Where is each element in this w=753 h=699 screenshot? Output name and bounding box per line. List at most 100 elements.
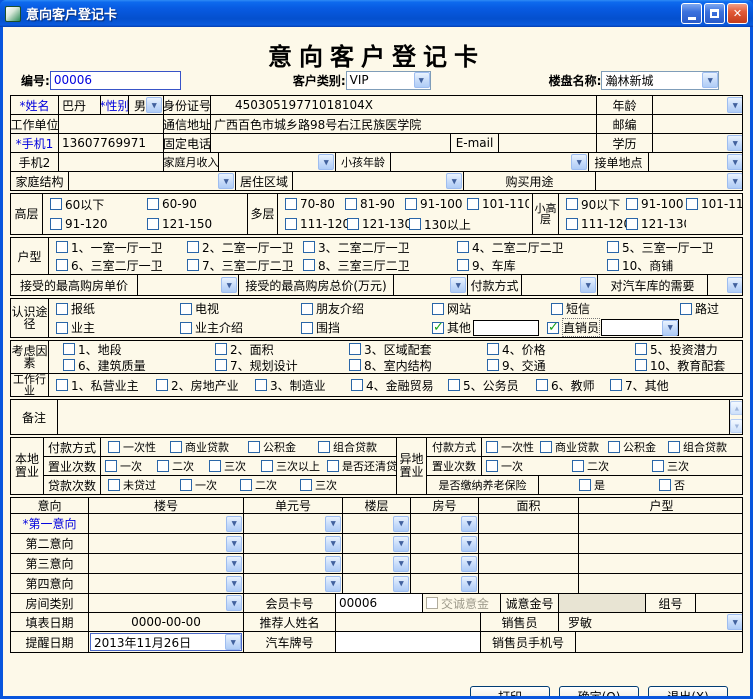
chevron-down-icon[interactable] bbox=[727, 154, 742, 170]
maximize-button[interactable] bbox=[704, 3, 725, 24]
checkbox[interactable] bbox=[566, 218, 578, 230]
chevron-down-icon[interactable] bbox=[393, 576, 409, 592]
checkbox-item[interactable]: 91-100 bbox=[626, 197, 686, 211]
checkbox-item[interactable]: 7、规划设计 bbox=[215, 357, 349, 374]
chevron-down-icon[interactable] bbox=[226, 516, 242, 532]
checkbox-item[interactable]: 2、面积 bbox=[215, 341, 349, 358]
referrer-value[interactable] bbox=[336, 613, 481, 631]
floor-select[interactable] bbox=[343, 554, 411, 573]
print-button[interactable]: 打印 bbox=[470, 686, 550, 696]
email-value[interactable] bbox=[499, 134, 597, 152]
floor-select[interactable] bbox=[343, 534, 411, 553]
checkbox[interactable] bbox=[240, 479, 252, 491]
checkbox[interactable] bbox=[457, 241, 469, 253]
checkbox[interactable] bbox=[626, 198, 638, 210]
checkbox[interactable] bbox=[303, 241, 315, 253]
checkbox-item[interactable]: 9、交通 bbox=[487, 357, 635, 374]
checkbox[interactable] bbox=[626, 218, 638, 230]
checkbox[interactable] bbox=[261, 460, 273, 472]
direct-sales-checkbox-item[interactable]: 直销员 bbox=[547, 318, 600, 337]
checkbox[interactable] bbox=[327, 460, 339, 472]
checkbox-item[interactable]: 4、金融贸易 bbox=[351, 377, 448, 394]
unit-select[interactable] bbox=[244, 554, 343, 573]
type-cell[interactable] bbox=[579, 554, 742, 573]
checkbox[interactable] bbox=[108, 441, 120, 453]
area-cell[interactable] bbox=[479, 534, 579, 553]
chevron-down-icon[interactable] bbox=[226, 576, 242, 592]
checkbox-item[interactable]: 路过 bbox=[680, 300, 742, 317]
building-select[interactable] bbox=[89, 574, 244, 593]
checkbox[interactable] bbox=[536, 379, 548, 391]
chevron-down-icon[interactable] bbox=[461, 576, 477, 592]
area-cell[interactable] bbox=[479, 554, 579, 573]
id-value[interactable]: 45030519771018104X bbox=[211, 96, 597, 114]
room-select[interactable] bbox=[411, 574, 479, 593]
checkbox-item[interactable]: 三次 bbox=[300, 477, 358, 493]
chevron-down-icon[interactable] bbox=[325, 536, 341, 552]
area-cell[interactable] bbox=[479, 514, 579, 533]
checkbox[interactable] bbox=[108, 479, 120, 491]
checkbox[interactable] bbox=[285, 198, 297, 210]
mobile2-value[interactable] bbox=[59, 153, 164, 171]
checkbox[interactable] bbox=[180, 322, 192, 334]
chevron-down-icon[interactable] bbox=[325, 576, 341, 592]
zip-value[interactable] bbox=[653, 115, 742, 133]
checkbox[interactable] bbox=[540, 441, 552, 453]
checkbox[interactable] bbox=[63, 359, 75, 371]
checkbox-item[interactable]: 81-90 bbox=[345, 197, 405, 211]
customer-type-select[interactable]: VIP bbox=[346, 71, 431, 90]
checkbox-item[interactable]: 90以下 bbox=[566, 196, 626, 213]
checkbox[interactable] bbox=[209, 460, 221, 472]
tel-value[interactable] bbox=[211, 134, 451, 152]
chevron-down-icon[interactable] bbox=[446, 173, 462, 189]
checkbox-item[interactable]: 7、其他 bbox=[610, 377, 690, 394]
unit-select[interactable] bbox=[244, 534, 343, 553]
checkbox-item[interactable]: 未贷过 bbox=[108, 477, 180, 493]
checkbox[interactable] bbox=[432, 322, 444, 334]
checkbox-item[interactable]: 5、投资潜力 bbox=[635, 341, 742, 358]
checkbox-item[interactable]: 2、二室一厅一卫 bbox=[187, 239, 303, 256]
checkbox[interactable] bbox=[63, 343, 75, 355]
checkbox[interactable] bbox=[187, 241, 199, 253]
chevron-down-icon[interactable] bbox=[226, 536, 242, 552]
chevron-down-icon[interactable] bbox=[225, 634, 241, 650]
work-value[interactable] bbox=[59, 115, 164, 133]
checkbox-item[interactable]: 101-110 bbox=[467, 197, 529, 211]
checkbox-item[interactable]: 围挡 bbox=[301, 319, 432, 336]
checkbox-item[interactable]: 10、商铺 bbox=[607, 257, 742, 274]
checkbox[interactable] bbox=[345, 198, 357, 210]
checkbox-item[interactable]: 7、三室二厅二卫 bbox=[187, 257, 303, 274]
child-age-select[interactable] bbox=[391, 153, 589, 171]
checkbox[interactable] bbox=[303, 259, 315, 271]
remark-textarea[interactable] bbox=[58, 400, 729, 434]
checkbox-item[interactable]: 5、公务员 bbox=[448, 377, 536, 394]
checkbox-item[interactable]: 三次以上 bbox=[261, 458, 327, 474]
checkbox[interactable] bbox=[680, 303, 692, 315]
checkbox[interactable] bbox=[56, 379, 68, 391]
checkbox[interactable] bbox=[349, 359, 361, 371]
payment-select[interactable] bbox=[522, 275, 598, 295]
education-select[interactable] bbox=[653, 134, 742, 152]
chevron-down-icon[interactable] bbox=[146, 97, 162, 113]
checkbox[interactable] bbox=[301, 322, 313, 334]
checkbox-item[interactable]: 6、教师 bbox=[536, 377, 610, 394]
remark-scrollbar[interactable] bbox=[729, 400, 742, 434]
chevron-down-icon[interactable] bbox=[318, 154, 334, 170]
checkbox[interactable] bbox=[56, 241, 68, 253]
checkbox-item[interactable]: 9、车库 bbox=[457, 257, 607, 274]
checkbox[interactable] bbox=[180, 303, 192, 315]
checkbox[interactable] bbox=[608, 441, 620, 453]
checkbox[interactable] bbox=[255, 379, 267, 391]
checkbox[interactable] bbox=[572, 460, 584, 472]
checkbox[interactable] bbox=[56, 303, 68, 315]
checkbox-item[interactable]: 101-110 bbox=[686, 197, 742, 211]
checkbox[interactable] bbox=[448, 379, 460, 391]
checkbox[interactable] bbox=[652, 460, 664, 472]
direct-sales-select[interactable] bbox=[601, 319, 679, 336]
name-value[interactable]: 巴丹 bbox=[59, 96, 101, 114]
checkbox[interactable] bbox=[147, 198, 159, 210]
chevron-down-icon[interactable] bbox=[393, 536, 409, 552]
checkbox[interactable] bbox=[551, 303, 563, 315]
car-plate-input[interactable] bbox=[336, 632, 481, 652]
checkbox[interactable] bbox=[635, 359, 647, 371]
